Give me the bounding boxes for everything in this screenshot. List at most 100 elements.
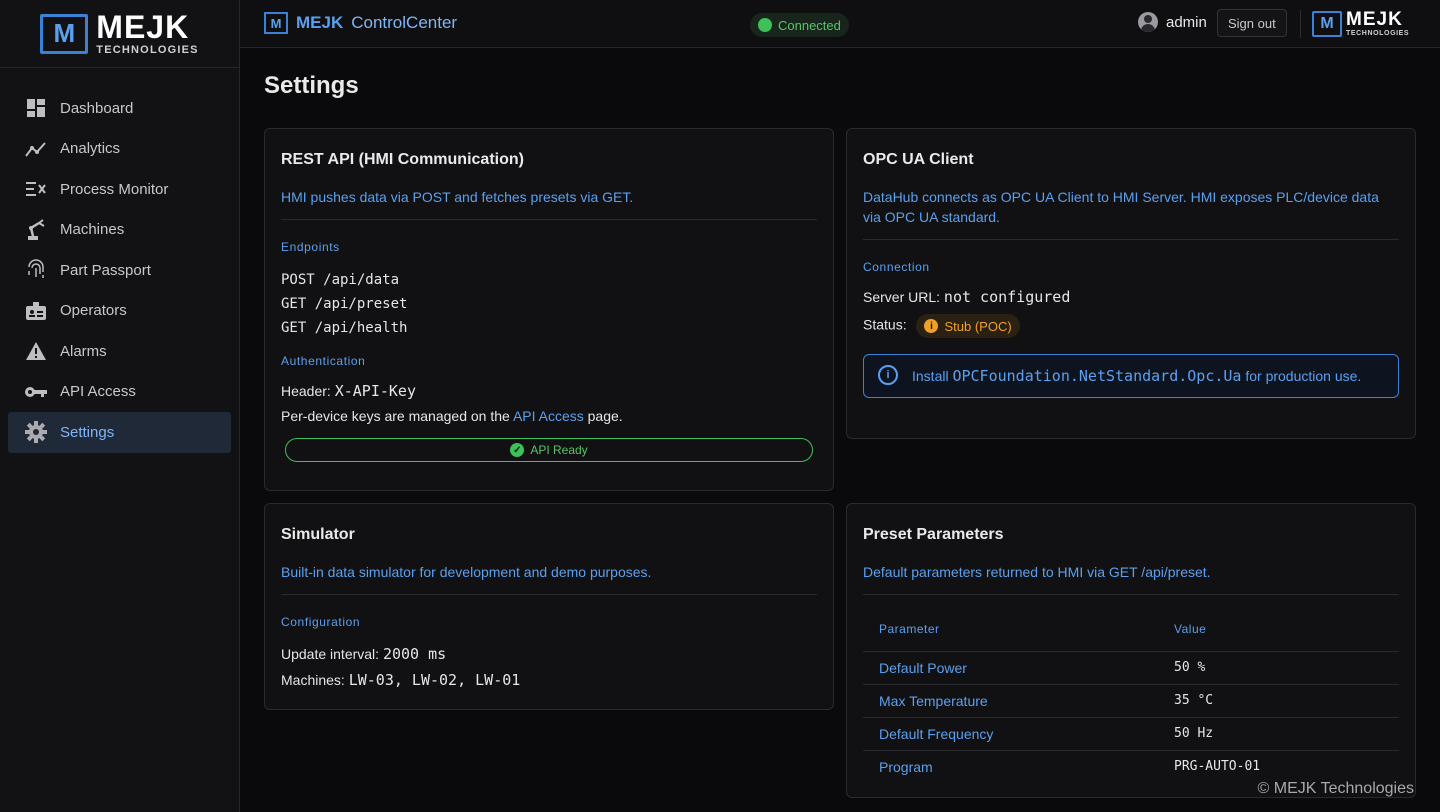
endpoint-item: GET /api/preset	[281, 296, 408, 312]
user-menu[interactable]: admin	[1138, 12, 1207, 32]
info-pre: Install	[912, 368, 949, 384]
table-header-row: Parameter Value	[863, 607, 1399, 652]
param-value: 50 Hz	[1158, 717, 1399, 751]
divider	[863, 594, 1399, 595]
logo-sub: TECHNOLOGIES	[1346, 30, 1410, 37]
sidebar-item-label: Process Monitor	[60, 180, 169, 198]
api-ready-badge: ✓ API Ready	[285, 438, 813, 462]
status-badge-text: Stub (POC)	[944, 318, 1012, 334]
logo-wordmark: MEJK TECHNOLOGIES	[1346, 10, 1409, 37]
sidebar-item-analytics[interactable]: Analytics	[8, 129, 231, 170]
logo-wordmark: MEJK TECHNOLOGIES	[96, 11, 198, 56]
sign-out-button[interactable]: Sign out	[1217, 9, 1287, 37]
column-header-parameter: Parameter	[863, 607, 1158, 652]
sidebar-item-api-access[interactable]: API Access	[8, 372, 231, 413]
rest-api-card: REST API (HMI Communication) HMI pushes …	[264, 128, 834, 491]
keys-note-pre: Per-device keys are managed on the	[281, 408, 510, 424]
badge-icon	[24, 299, 48, 323]
table-row: Default Power 50 %	[863, 651, 1399, 685]
sidebar-item-process-monitor[interactable]: Process Monitor	[8, 169, 231, 210]
sidebar-item-label: Part Passport	[60, 261, 151, 279]
sidebar-logo[interactable]: M MEJK TECHNOLOGIES	[0, 0, 239, 68]
api-ready-text: API Ready	[530, 443, 588, 457]
param-value: PRG-AUTO-01	[1174, 759, 1261, 775]
simulator-card: Simulator Built-in data simulator for de…	[264, 503, 834, 710]
username: admin	[1166, 13, 1207, 31]
interval-label: Update interval:	[281, 646, 380, 662]
card-description: HMI pushes data via POST and fetches pre…	[281, 189, 634, 205]
card-description: DataHub connects as OPC UA Client to HMI…	[863, 189, 1379, 225]
card-title: REST API (HMI Communication)	[281, 151, 524, 168]
sidebar-item-label: API Access	[60, 383, 136, 401]
key-icon	[24, 380, 48, 404]
sidebar-item-alarms[interactable]: Alarms	[8, 331, 231, 372]
install-info-alert: i Install OPCFoundation.NetStandard.Opc.…	[863, 354, 1399, 398]
opc-ua-card: OPC UA Client DataHub connects as OPC UA…	[846, 128, 1416, 439]
top-header: M MEJK ControlCenter Connected admin Sig…	[240, 0, 1440, 48]
status-dot-icon	[758, 18, 772, 32]
card-title: OPC UA Client	[863, 151, 974, 168]
sidebar-item-label: Analytics	[60, 140, 121, 158]
table-row: Default Frequency 50 Hz	[863, 717, 1399, 751]
logo-mark: M	[40, 13, 89, 54]
card-description: Built-in data simulator for development …	[281, 564, 652, 580]
table-row: Program PRG-AUTO-01	[863, 750, 1399, 783]
gear-icon	[24, 420, 48, 444]
package-name: OPCFoundation.NetStandard.Opc.Ua	[952, 367, 1242, 385]
header-logo: M MEJK TECHNOLOGIES	[1312, 10, 1409, 37]
check-circle-icon: ✓	[510, 443, 525, 457]
logo-name: MEJK	[1346, 9, 1403, 30]
app-title: M MEJK ControlCenter	[264, 12, 457, 34]
status-line: Status: i Stub (POC)	[863, 314, 1399, 338]
keys-note-post: page.	[587, 408, 623, 424]
sidebar-nav: Dashboard Analytics Process Monitor Mach…	[0, 68, 239, 453]
sidebar-item-part-passport[interactable]: Part Passport	[8, 250, 231, 291]
page-title: Settings	[264, 72, 359, 99]
divider	[281, 594, 817, 595]
endpoint-item: GET /api/health	[281, 320, 408, 336]
info-icon: i	[924, 319, 939, 333]
sidebar-item-label: Dashboard	[60, 99, 134, 117]
process-monitor-icon	[24, 177, 48, 201]
sidebar-item-operators[interactable]: Operators	[8, 291, 231, 332]
param-name: Default Frequency	[863, 717, 1158, 751]
sidebar-item-machines[interactable]: Machines	[8, 210, 231, 251]
api-access-link[interactable]: API Access	[513, 408, 584, 424]
info-post: for production use.	[1245, 368, 1362, 384]
sidebar-item-settings[interactable]: Settings	[8, 412, 231, 453]
update-interval-line: Update interval: 2000 ms	[281, 645, 817, 663]
sidebar-item-label: Settings	[60, 423, 115, 441]
dashboard-icon	[24, 96, 48, 120]
header-divider	[1300, 10, 1301, 38]
header-value: X-API-Key	[334, 382, 416, 400]
divider	[281, 219, 817, 220]
section-label-endpoints: Endpoints	[281, 240, 340, 254]
header-app-name: ControlCenter	[351, 13, 458, 32]
machines-label: Machines:	[281, 672, 345, 688]
section-label-configuration: Configuration	[281, 615, 361, 629]
sidebar-item-dashboard[interactable]: Dashboard	[8, 88, 231, 129]
logo-mark: M	[1312, 10, 1342, 37]
logo-name: MEJK	[96, 9, 190, 45]
header-label: Header:	[281, 383, 331, 399]
status-badge: i Stub (POC)	[916, 314, 1020, 338]
info-circle-icon: i	[878, 365, 898, 385]
sidebar-item-label: Machines	[60, 221, 125, 239]
sidebar: M MEJK TECHNOLOGIES Dashboard Analytics …	[0, 0, 240, 812]
robot-arm-icon	[24, 218, 48, 242]
param-name: Default Power	[863, 651, 1158, 685]
server-url-label: Server URL:	[863, 289, 941, 305]
column-header-value: Value	[1158, 607, 1399, 652]
keys-note: Per-device keys are managed on the API A…	[281, 408, 817, 424]
logo-mark-small: M	[264, 12, 288, 34]
sidebar-item-label: Alarms	[60, 342, 107, 360]
card-title: Simulator	[281, 526, 355, 543]
param-value: 50 %	[1158, 651, 1399, 685]
card-title: Preset Parameters	[863, 526, 1004, 543]
section-label-connection: Connection	[863, 260, 930, 274]
param-name: Max Temperature	[863, 684, 1158, 718]
connection-status-text: Connected	[778, 17, 841, 33]
auth-header-line: Header: X-API-Key	[281, 382, 817, 400]
footer-copyright: © MEJK Technologies	[1257, 780, 1414, 797]
section-label-authentication: Authentication	[281, 354, 366, 368]
